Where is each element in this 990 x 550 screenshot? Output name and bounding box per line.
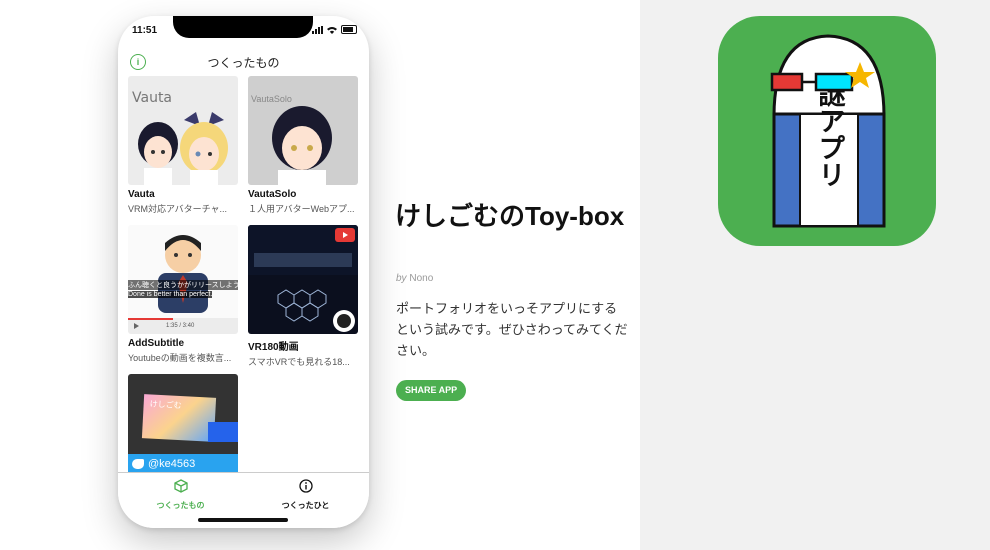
tab-creator-label: つくったひと (281, 501, 330, 510)
blue-stripe (208, 422, 238, 442)
card-description: スマホVRでも見れる18... (248, 357, 350, 367)
vautasolo-thumbnail: VautaSolo (248, 76, 358, 185)
vr180-thumbnail (248, 225, 358, 334)
info-circle-icon (298, 479, 313, 493)
project-card-namecard[interactable]: けしごむ @ke4563 (128, 374, 238, 483)
app-icon: 謎アプリ (718, 16, 936, 246)
wifi-icon (327, 26, 337, 34)
card-description: Youtubeの動画を複数言... (128, 353, 232, 363)
card-title: VR180動画 (248, 342, 299, 353)
app-name: けしごむのToy-box (395, 201, 625, 231)
by-label: by (396, 273, 407, 284)
video-time: 1:35 / 3:40 (166, 323, 195, 329)
tab-works-label: つくったもの (156, 501, 205, 510)
app-description: ポートフォリオをいっそアプリにするという試みです。ぜひさわってみてください。 (396, 301, 628, 358)
twitter-icon (132, 459, 144, 469)
battery-icon (341, 25, 357, 34)
phone-mockup: 11:51 i つくったもの Vauta Vauta VRM対応アバターチャ..… (118, 16, 369, 528)
card-description: １人用アバターWebアプ... (248, 204, 355, 214)
twitter-handle: @ke4563 (148, 458, 196, 470)
vautasolo-logo: VautaSolo (251, 94, 292, 104)
project-card-addsubtitle[interactable]: ふん聴くと良うかがリリースしよう Done is better than per… (128, 225, 238, 364)
share-app-button[interactable]: SHARE APP (396, 380, 467, 401)
subtitle-en: Done is better than perfect. (128, 291, 213, 298)
vauta-logo: Vauta (132, 90, 173, 106)
app-header: i つくったもの (118, 52, 369, 74)
project-card-vauta[interactable]: Vauta Vauta VRM対応アバターチャ... (128, 76, 238, 215)
vauta-thumbnail: Vauta (128, 76, 238, 185)
card-title: Vauta (128, 189, 155, 200)
status-icons (312, 25, 357, 34)
tab-creator[interactable]: つくったひと (243, 479, 368, 511)
project-card-vautasolo[interactable]: VautaSolo VautaSolo １人用アバターWebアプ... (248, 76, 358, 215)
tab-bar: つくったもの つくったひと (118, 472, 369, 528)
home-indicator (198, 518, 288, 522)
play-icon[interactable] (134, 323, 139, 329)
namecard-thumbnail: けしごむ @ke4563 (128, 374, 238, 483)
box-icon (173, 479, 188, 493)
subtitle-jp: ふん聴くと良うかがリリースしよう (128, 280, 238, 290)
card-title: VautaSolo (248, 189, 297, 200)
page-title: つくったもの (207, 56, 280, 70)
author-name: Nono (409, 273, 434, 284)
signal-icon (312, 25, 323, 34)
status-time: 11:51 (132, 25, 158, 36)
tab-works[interactable]: つくったもの (118, 479, 243, 511)
vautasolo-avatar-image (272, 106, 332, 185)
video-controls: 1:35 / 3:40 (128, 318, 238, 334)
app-icon-text: 謎アプリ (814, 80, 846, 188)
youtube-icon (335, 228, 355, 242)
namecard-image: けしごむ (141, 394, 217, 442)
phone-notch (173, 16, 313, 38)
project-card-vr180[interactable]: VR180動画 スマホVRでも見れる18... (248, 225, 358, 368)
addsubtitle-thumbnail: ふん聴くと良うかがリリースしよう Done is better than per… (128, 225, 238, 334)
app-author: by Nono (396, 273, 433, 284)
card-title: AddSubtitle (128, 338, 185, 349)
card-description: VRM対応アバターチャ... (128, 204, 228, 214)
progress-bar[interactable] (128, 318, 173, 320)
namecard-name: けしごむ (149, 399, 182, 411)
